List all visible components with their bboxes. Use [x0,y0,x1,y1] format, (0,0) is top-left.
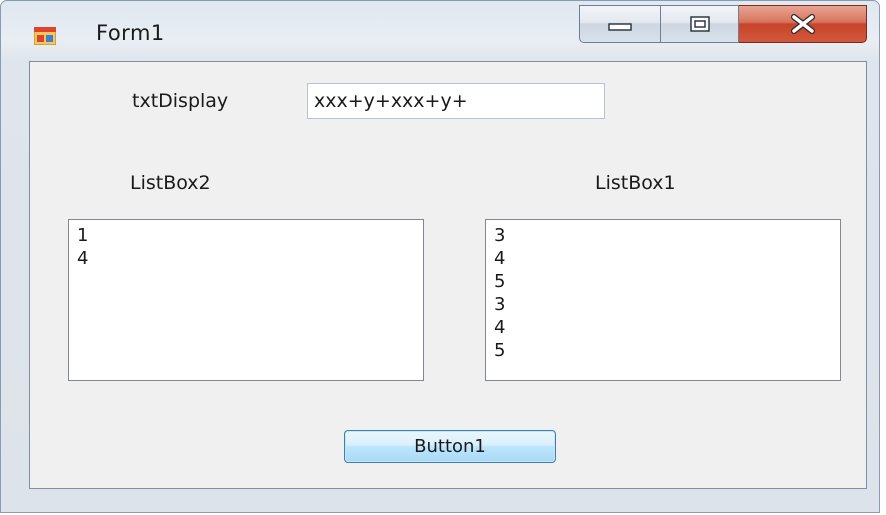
close-icon [790,14,815,34]
listbox1[interactable]: 3 4 5 3 4 5 [485,219,841,381]
minimize-icon [608,23,632,31]
listbox1-item[interactable]: 3 [494,224,832,247]
window-title: Form1 [96,21,165,45]
listbox1-item[interactable]: 3 [494,293,832,316]
form-client-area: txtDisplay ListBox2 ListBox1 1 4 3 4 5 3… [29,61,867,489]
listbox2-label: ListBox2 [130,172,211,194]
txtdisplay-label: txtDisplay [132,90,229,112]
form1-window: Form1 txtDisplay xxx+y+xxx+y+ ListBox2 L… [0,0,880,513]
caption-buttons [579,5,867,45]
button1[interactable]: Button1 [344,430,556,463]
listbox1-item[interactable]: 5 [494,270,832,293]
listbox1-item[interactable]: 4 [494,247,832,270]
maximize-icon [689,16,710,32]
listbox1-label: ListBox1 [595,172,676,194]
minimize-button[interactable] [579,5,661,43]
listbox1-item[interactable]: 5 [494,339,832,362]
close-button[interactable] [739,5,867,43]
title-bar[interactable]: Form1 [1,1,879,57]
maximize-button[interactable] [661,5,739,43]
listbox2[interactable]: 1 4 [68,219,424,381]
listbox2-item[interactable]: 4 [77,247,415,270]
listbox2-item[interactable]: 1 [77,224,415,247]
app-form-icon[interactable] [33,26,57,46]
txtdisplay-input[interactable] [307,83,605,119]
listbox1-item[interactable]: 4 [494,316,832,339]
